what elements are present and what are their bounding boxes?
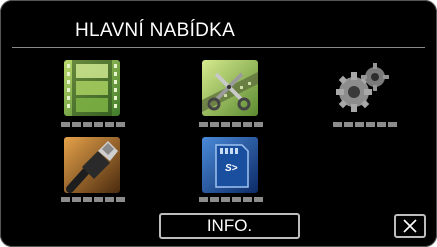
settings-gears-icon: [334, 60, 390, 116]
menu-item-sd-card-label: [199, 197, 263, 202]
menu-item-edit-label: [199, 122, 263, 127]
film-strip-icon: [64, 60, 120, 116]
sd-card-icon: S>: [202, 137, 258, 193]
close-button[interactable]: [394, 214, 426, 238]
menu-item-video-label: [61, 122, 125, 127]
menu-item-sd-card[interactable]: S>: [202, 137, 258, 193]
main-menu-screen: HLAVNÍ NABÍDKA S> INFO.: [0, 0, 437, 247]
video-edit-scissors-icon: [202, 60, 258, 116]
menu-item-connection-label: [61, 197, 125, 202]
title-divider: [12, 47, 425, 48]
close-icon: [403, 219, 417, 233]
page-title: HLAVNÍ NABÍDKA: [75, 20, 236, 41]
menu-item-video[interactable]: [64, 60, 120, 116]
svg-text:S>: S>: [225, 163, 238, 174]
menu-item-settings[interactable]: [334, 60, 390, 116]
hdmi-cable-icon: [64, 137, 120, 193]
info-button[interactable]: INFO.: [159, 213, 300, 239]
menu-item-edit[interactable]: [202, 60, 258, 116]
menu-item-connection[interactable]: [64, 137, 120, 193]
menu-item-settings-label: [333, 122, 397, 127]
